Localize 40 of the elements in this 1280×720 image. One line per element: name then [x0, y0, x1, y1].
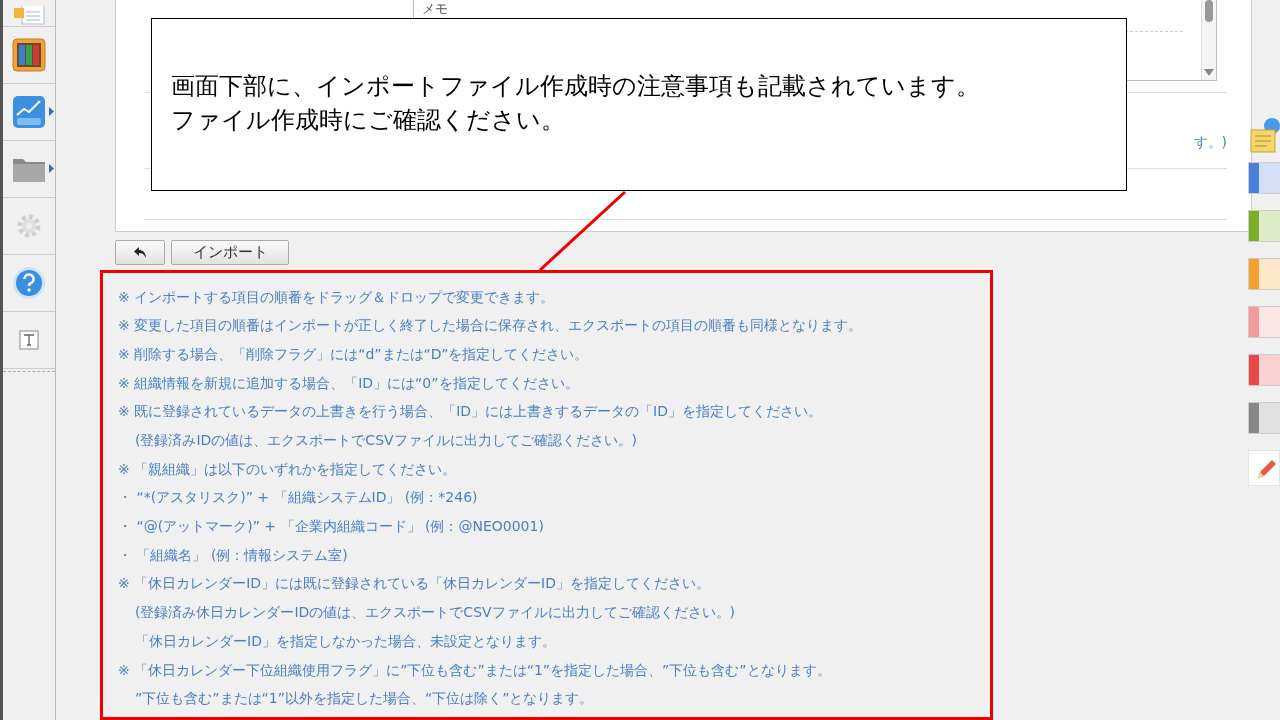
note-line: ・ “@(アットマーク)” + 「企業内組織コード」 (例：@NEO0001)	[118, 517, 545, 537]
note-line: ※ 組織情報を新規に追加する場合、「ID」には“0”を指定してください。	[118, 373, 580, 393]
note-line: (登録済みIDの値は、エクスポートでCSVファイルに出力してご確認ください。)	[134, 431, 639, 451]
note-line: ※ 「休日カレンダーID」には既に登録されている「休日カレンダーID」を指定してください。	[118, 574, 711, 594]
scroll-down-icon[interactable]	[1204, 69, 1214, 76]
color-tab[interactable]	[1248, 306, 1280, 338]
note-line: ※ 「休日カレンダー下位組織使用フラグ」に”下位も含む”または“1”を指定した場合、”下位も含む”となります。	[118, 660, 832, 680]
color-tab[interactable]	[1248, 210, 1280, 242]
scroll-thumb[interactable]	[1205, 0, 1213, 22]
note-line: ”下位も含む”または“1”以外を指定した場合、“下位は除く”となります。	[134, 689, 595, 709]
callout-text: 画面下部に、インポートファイル作成時の注意事項も記載されています。	[171, 71, 981, 102]
help-icon[interactable]	[12, 266, 46, 300]
note-line: ※ 削除する場合、「削除フラグ」には“d”または“D”を指定してください。	[118, 345, 590, 364]
submenu-arrow-icon	[49, 107, 54, 116]
note-line: ※ 既に登録されているデータの上書きを行う場合、「ID」には上書きするデータの「ID」を指定してください。	[118, 402, 823, 422]
note-line: ※ 「親組織」は以下のいずれかを指定してください。	[118, 459, 458, 479]
back-arrow-icon	[133, 245, 147, 259]
color-tab[interactable]	[1248, 402, 1280, 434]
scrollbar[interactable]	[1201, 0, 1216, 80]
color-tab[interactable]	[1248, 258, 1280, 290]
memo-label: メモ	[422, 2, 448, 16]
back-button[interactable]	[115, 239, 165, 265]
text-tool-icon[interactable]	[19, 330, 39, 350]
note-line: ※ インポートする項目の順番をドラッグ＆ドロップで変更できます。	[118, 287, 556, 307]
binders-icon[interactable]	[12, 38, 46, 72]
document-icon[interactable]	[12, 6, 46, 26]
callout-text: ファイル作成時にご確認ください。	[171, 105, 566, 136]
import-button[interactable]: インポート	[171, 239, 289, 265]
chart-icon[interactable]	[12, 95, 46, 129]
pencil-icon[interactable]	[1248, 450, 1280, 486]
note-line: 「休日カレンダーID」を指定しなかった場合、未設定となります。	[134, 631, 557, 651]
note-line: ・ “*(アスタリスク)” + 「組織システムID」 (例：*246)	[118, 488, 479, 508]
note-line: (登録済み休日カレンダーIDの値は、エクスポートでCSVファイルに出力してご確認ください。)	[134, 603, 737, 623]
note-line: ・ 「組織名」 (例：情報システム室)	[118, 545, 349, 565]
memo-note-icon[interactable]	[1248, 118, 1280, 154]
note-line: ※ 変更した項目の順番はインポートが正しく終了した場合に保存され、エクスポートの項目の順番も同様となります。	[118, 316, 864, 336]
hint-text: す。)	[1193, 133, 1227, 152]
color-tab[interactable]	[1248, 354, 1280, 386]
submenu-arrow-icon	[49, 164, 54, 173]
color-tab[interactable]	[1248, 162, 1280, 194]
